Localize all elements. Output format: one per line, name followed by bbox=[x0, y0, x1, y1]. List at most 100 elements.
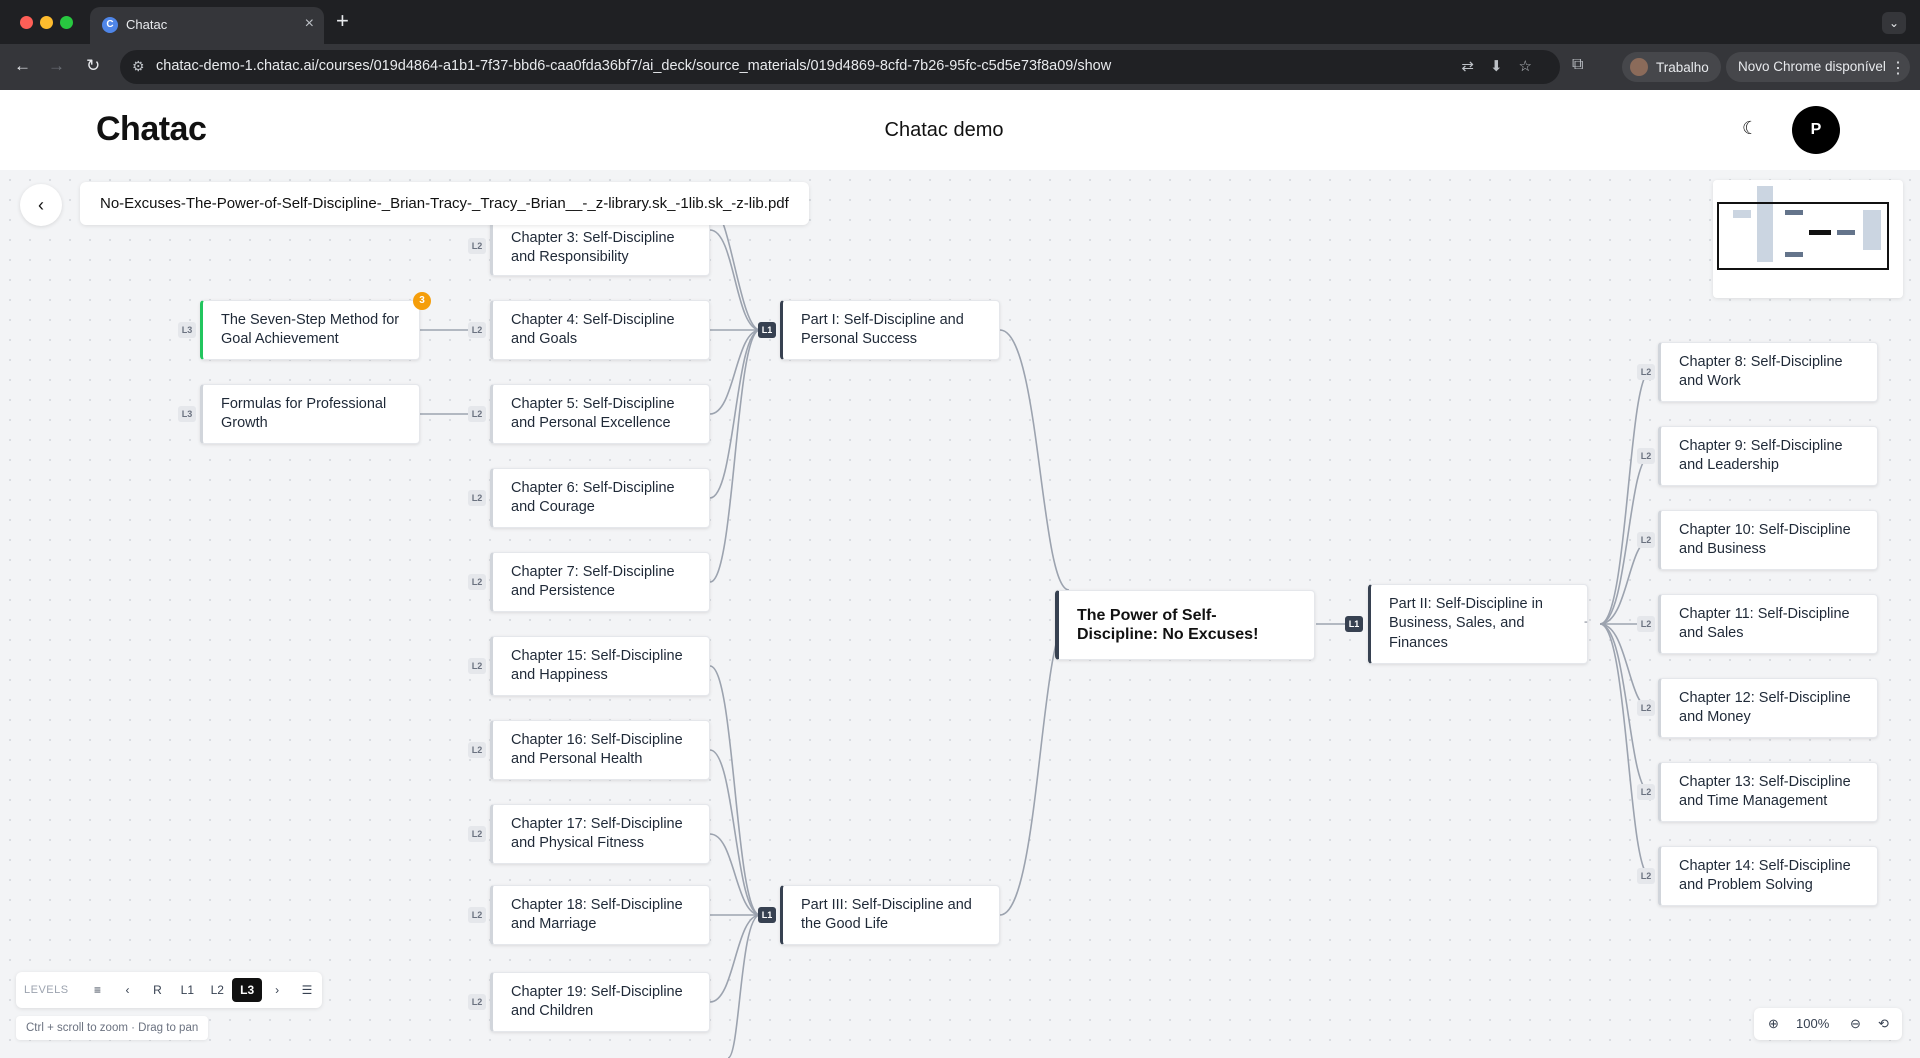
chatac-favicon-icon: C bbox=[102, 17, 118, 33]
level-badge: L2 bbox=[1637, 532, 1655, 548]
chrome-update-button[interactable]: Novo Chrome disponível bbox=[1726, 52, 1910, 82]
children-count-badge: 3 bbox=[413, 292, 431, 310]
tab-title: Chatac bbox=[126, 17, 168, 32]
chapter-15-node[interactable]: Chapter 15: Self-Discipline and Happines… bbox=[490, 636, 710, 696]
collapse-toggle[interactable]: - bbox=[1584, 616, 1588, 628]
chapter-17-node[interactable]: Chapter 17: Self-Discipline and Physical… bbox=[490, 804, 710, 864]
chapter-19-node[interactable]: Chapter 19: Self-Discipline and Children bbox=[490, 972, 710, 1032]
level-badge: L2 bbox=[468, 994, 486, 1010]
level-badge: L1 bbox=[1345, 616, 1363, 632]
mindmap-root-node[interactable]: The Power of Self-Discipline: No Excuses… bbox=[1055, 590, 1315, 660]
chapter-14-node[interactable]: Chapter 14: Self-Discipline and Problem … bbox=[1658, 846, 1878, 906]
extensions-puzzle-icon[interactable]: ⧉ bbox=[1572, 56, 1583, 74]
canvas-hint: Ctrl + scroll to zoom · Drag to pan bbox=[16, 1016, 209, 1040]
browser-tab[interactable]: C Chatac × bbox=[90, 7, 324, 44]
tab-strip: C Chatac × + ⌄ bbox=[0, 0, 1920, 44]
level-badge: L1 bbox=[758, 907, 776, 923]
browser-menu-icon[interactable]: ⋮ bbox=[1890, 58, 1906, 78]
chapter-6-node[interactable]: Chapter 6: Self-Discipline and Courage bbox=[490, 468, 710, 528]
reload-icon[interactable]: ↻ bbox=[86, 56, 100, 76]
forward-arrow-icon[interactable]: → bbox=[48, 56, 65, 76]
seven-step-method-node[interactable]: The Seven-Step Method for Goal Achieveme… bbox=[200, 300, 420, 360]
level-badge: L2 bbox=[1637, 784, 1655, 800]
level-badge: L2 bbox=[468, 907, 486, 923]
level-2-button[interactable]: L2 bbox=[202, 978, 232, 1002]
collapse-levels-icon[interactable]: ≡ bbox=[83, 978, 113, 1002]
part-3-node[interactable]: Part III: Self-Discipline and the Good L… bbox=[780, 885, 1000, 945]
chapter-13-node[interactable]: Chapter 13: Self-Discipline and Time Man… bbox=[1658, 762, 1878, 822]
level-badge: L2 bbox=[1637, 448, 1655, 464]
mindmap-canvas[interactable]: The Power of Self-Discipline: No Excuses… bbox=[0, 170, 1920, 1058]
level-3-button[interactable]: L3 bbox=[232, 978, 263, 1002]
browser-chrome: C Chatac × + ⌄ ← → ↻ ⚙ chatac-demo-1.cha… bbox=[0, 0, 1920, 90]
chapter-16-node[interactable]: Chapter 16: Self-Discipline and Personal… bbox=[490, 720, 710, 780]
level-badge: L2 bbox=[1637, 616, 1655, 632]
new-tab-button[interactable]: + bbox=[336, 8, 349, 34]
level-badge: L2 bbox=[468, 322, 486, 338]
chapter-5-node[interactable]: Chapter 5: Self-Discipline and Personal … bbox=[490, 384, 710, 444]
back-chevron-icon[interactable]: ‹ bbox=[20, 184, 62, 226]
minimize-window-button[interactable] bbox=[40, 16, 53, 29]
zoom-in-icon[interactable]: ⊕ bbox=[1768, 1016, 1779, 1032]
levels-toolbar: LEVELS ≡ ‹ R L1 L2 L3 › ☰ bbox=[16, 972, 322, 1008]
chapter-4-node[interactable]: Chapter 4: Self-Discipline and Goals bbox=[490, 300, 710, 360]
user-avatar[interactable]: P bbox=[1792, 106, 1840, 154]
minimap[interactable] bbox=[1713, 180, 1903, 298]
close-window-button[interactable] bbox=[20, 16, 33, 29]
formulas-growth-node[interactable]: Formulas for Professional Growth bbox=[200, 384, 420, 444]
profile-avatar bbox=[1630, 58, 1648, 76]
zoom-out-icon[interactable]: ⊖ bbox=[1850, 1016, 1861, 1032]
moon-icon[interactable]: ☾ bbox=[1742, 118, 1758, 139]
maximize-window-button[interactable] bbox=[60, 16, 73, 29]
install-app-icon[interactable]: ⬇ bbox=[1490, 58, 1519, 75]
chapter-9-node[interactable]: Chapter 9: Self-Discipline and Leadershi… bbox=[1658, 426, 1878, 486]
url-text[interactable]: chatac-demo-1.chatac.ai/courses/019d4864… bbox=[156, 58, 1111, 74]
levels-label: LEVELS bbox=[24, 984, 69, 996]
zoom-controls: ⊕ 100% ⊖ ⟲ bbox=[1754, 1008, 1902, 1040]
level-badge: L2 bbox=[1637, 700, 1655, 716]
level-badge: L2 bbox=[468, 238, 486, 254]
tab-search-chevron-icon[interactable]: ⌄ bbox=[1882, 12, 1906, 34]
chapter-3-node[interactable]: Chapter 3: Self-Discipline and Responsib… bbox=[490, 220, 710, 276]
close-tab-icon[interactable]: × bbox=[305, 15, 314, 33]
address-bar[interactable]: ⚙ chatac-demo-1.chatac.ai/courses/019d48… bbox=[120, 50, 1560, 84]
zoom-level: 100% bbox=[1796, 1016, 1830, 1031]
level-badge: L2 bbox=[1637, 868, 1655, 884]
level-badge: L3 bbox=[178, 406, 196, 422]
next-level-chevron-icon[interactable]: › bbox=[262, 978, 292, 1002]
previous-level-chevron-icon[interactable]: ‹ bbox=[113, 978, 143, 1002]
page-title: Chatac demo bbox=[884, 119, 1004, 141]
minimap-viewport[interactable] bbox=[1717, 202, 1889, 270]
level-badge: L2 bbox=[468, 826, 486, 842]
bookmark-star-icon[interactable]: ☆ bbox=[1519, 58, 1548, 75]
chapter-10-node[interactable]: Chapter 10: Self-Discipline and Business bbox=[1658, 510, 1878, 570]
level-badge: L2 bbox=[468, 574, 486, 590]
level-r-button[interactable]: R bbox=[142, 978, 172, 1002]
app-header: Chatac Chatac demo ☾ P bbox=[0, 90, 1920, 170]
back-arrow-icon[interactable]: ← bbox=[14, 56, 31, 76]
expand-all-icon[interactable]: ☰ bbox=[292, 978, 322, 1002]
level-1-button[interactable]: L1 bbox=[172, 978, 202, 1002]
chapter-12-node[interactable]: Chapter 12: Self-Discipline and Money bbox=[1658, 678, 1878, 738]
browser-toolbar: ← → ↻ ⚙ chatac-demo-1.chatac.ai/courses/… bbox=[0, 44, 1920, 90]
profile-button[interactable]: Trabalho bbox=[1622, 52, 1721, 82]
chapter-7-node[interactable]: Chapter 7: Self-Discipline and Persisten… bbox=[490, 552, 710, 612]
level-badge: L3 bbox=[178, 322, 196, 338]
part-1-node[interactable]: Part I: Self-Discipline and Personal Suc… bbox=[780, 300, 1000, 360]
level-badge: L2 bbox=[468, 490, 486, 506]
source-file-title: No-Excuses-The-Power-of-Self-Discipline-… bbox=[80, 182, 809, 225]
omnibox-actions: ⇄⬇☆ bbox=[1461, 57, 1548, 75]
reset-view-icon[interactable]: ⟲ bbox=[1878, 1016, 1889, 1032]
level-badge: L2 bbox=[468, 406, 486, 422]
level-badge: L2 bbox=[468, 742, 486, 758]
chapter-8-node[interactable]: Chapter 8: Self-Discipline and Work bbox=[1658, 342, 1878, 402]
level-badge: L2 bbox=[468, 658, 486, 674]
chapter-18-node[interactable]: Chapter 18: Self-Discipline and Marriage bbox=[490, 885, 710, 945]
level-badge: L2 bbox=[1637, 364, 1655, 380]
level-badge: L1 bbox=[758, 322, 776, 338]
site-info-icon[interactable]: ⚙ bbox=[132, 58, 145, 75]
profile-label: Trabalho bbox=[1656, 59, 1709, 75]
part-2-node[interactable]: Part II: Self-Discipline in Business, Sa… bbox=[1368, 584, 1588, 664]
chapter-11-node[interactable]: Chapter 11: Self-Discipline and Sales bbox=[1658, 594, 1878, 654]
translate-icon[interactable]: ⇄ bbox=[1461, 58, 1490, 75]
